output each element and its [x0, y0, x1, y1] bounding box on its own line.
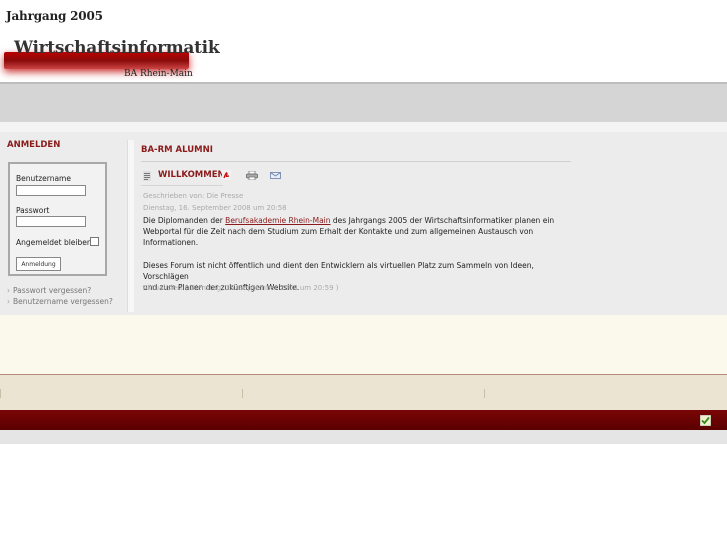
remember-checkbox[interactable]: [90, 237, 99, 246]
article-updated: Aktualisiert ( Dienstag, 16. September 2…: [143, 284, 339, 292]
bottom-strip: [0, 430, 727, 444]
remember-label: Angemeldet bleiben: [16, 238, 92, 247]
footer-columns: [0, 375, 727, 410]
article-paragraph-1: Die Diplomanden der Berufsakademie Rhein…: [143, 215, 573, 248]
checkmark-icon[interactable]: [700, 415, 711, 426]
password-input[interactable]: [16, 216, 86, 227]
beige-band: [0, 315, 727, 375]
spacer: [0, 122, 727, 132]
document-icon: [143, 171, 151, 181]
navigation-bar: [0, 82, 727, 122]
username-label: Benutzername: [16, 174, 71, 183]
article-date: Dienstag, 16. September 2008 um 20:58: [143, 204, 287, 212]
logo-title[interactable]: Wirtschaftsinformatik: [14, 38, 220, 58]
forgot-username-label: Benutzername vergessen?: [13, 297, 113, 306]
text-line: Dieses Forum ist nicht öffentlich und di…: [143, 261, 534, 281]
password-label: Passwort: [16, 206, 50, 215]
berufsakademie-link[interactable]: Berufsakademie Rhein-Main: [225, 216, 330, 225]
bullet-icon: ›: [7, 286, 10, 295]
footer-column-divider: [242, 389, 243, 398]
text-segment: des Jahrgangs 2005 der Wirtschaftsinform…: [330, 216, 555, 225]
forgot-password-label: Passwort vergessen?: [13, 286, 92, 295]
text-segment: Die Diplomanden der: [143, 216, 226, 225]
username-input[interactable]: [16, 185, 86, 196]
article-title[interactable]: WILLKOMMEN: [158, 170, 225, 180]
footer-bar: [0, 410, 727, 430]
login-heading: ANMELDEN: [7, 140, 61, 150]
footer-column-divider: [0, 389, 1, 398]
text-line: Webportal für die Zeit nach dem Studium …: [143, 227, 534, 236]
footer-column-divider: [484, 389, 485, 398]
section-title: BA-RM ALUMNI: [141, 145, 213, 155]
column-divider: [127, 140, 134, 312]
logo-subtitle: BA Rhein-Main: [124, 69, 193, 79]
text-line: Informationen.: [143, 238, 199, 247]
year-label: Jahrgang 2005: [6, 9, 103, 23]
header: Jahrgang 2005 Wirtschaftsinformatik BA R…: [0, 0, 727, 83]
bullet-icon: ›: [7, 297, 10, 306]
forgot-password-link[interactable]: › Passwort vergessen?: [7, 286, 91, 295]
login-button[interactable]: Anmeldung: [16, 257, 61, 271]
article-author: Geschrieben von: Die Presse: [143, 192, 244, 200]
email-icon[interactable]: [270, 172, 281, 179]
print-icon[interactable]: [246, 171, 258, 180]
forgot-username-link[interactable]: › Benutzername vergessen?: [7, 297, 113, 306]
section-divider: [141, 161, 571, 162]
title-underline: [141, 185, 223, 186]
pdf-icon[interactable]: [222, 170, 231, 180]
